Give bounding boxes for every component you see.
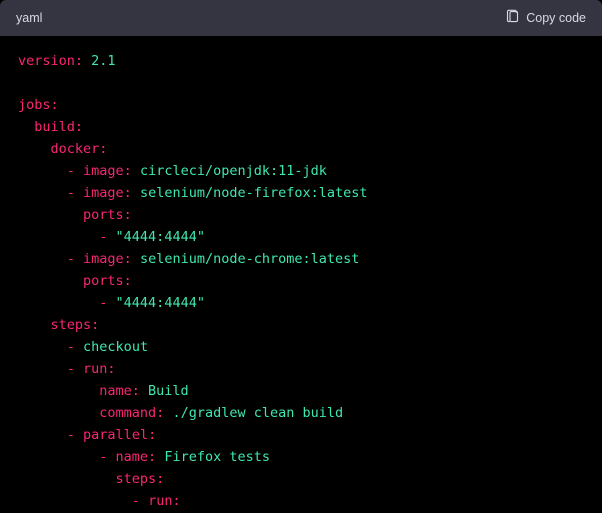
key-image-3: image: — [83, 251, 132, 267]
key-version: version: — [18, 53, 83, 69]
key-build: build: — [34, 119, 83, 135]
dash: - — [67, 339, 83, 355]
val-name-firefox: Firefox tests — [156, 449, 270, 465]
key-name-build: name: — [99, 383, 140, 399]
copy-code-button[interactable]: Copy code — [505, 9, 586, 27]
val-port-2: "4444:4444" — [116, 295, 205, 311]
key-docker: docker: — [51, 141, 108, 157]
key-name-firefox: name: — [116, 449, 157, 465]
dash: - — [67, 427, 83, 443]
key-run: run: — [83, 361, 116, 377]
dash: - — [67, 185, 83, 201]
clipboard-icon — [505, 9, 520, 27]
val-image-2: selenium/node-firefox:latest — [132, 185, 368, 201]
val-checkout: checkout — [83, 339, 148, 355]
code-header: yaml Copy code — [0, 0, 602, 36]
val-version: 2.1 — [83, 53, 116, 69]
dash: - — [67, 361, 83, 377]
val-command: ./gradlew clean build — [164, 405, 343, 421]
dash: - — [132, 493, 148, 509]
dash: - — [67, 251, 83, 267]
val-image-3: selenium/node-chrome:latest — [132, 251, 360, 267]
dash: - — [99, 229, 115, 245]
dash: - — [99, 295, 115, 311]
code-content: version: 2.1 jobs: build: docker: - imag… — [0, 36, 602, 513]
key-ports-1: ports: — [83, 207, 132, 223]
key-parallel: parallel: — [83, 427, 156, 443]
key-ports-2: ports: — [83, 273, 132, 289]
key-jobs: jobs: — [18, 97, 59, 113]
dash: - — [67, 163, 83, 179]
dash: - — [99, 449, 115, 465]
copy-code-label: Copy code — [526, 11, 586, 25]
key-image-2: image: — [83, 185, 132, 201]
val-image-1: circleci/openjdk:11-jdk — [132, 163, 327, 179]
key-run-inner: run: — [148, 493, 181, 509]
key-steps-inner: steps: — [116, 471, 165, 487]
key-command: command: — [99, 405, 164, 421]
key-steps: steps: — [51, 317, 100, 333]
code-block: yaml Copy code version: 2.1 jobs: build:… — [0, 0, 602, 513]
key-image-1: image: — [83, 163, 132, 179]
language-label: yaml — [16, 11, 42, 25]
val-name-build: Build — [140, 383, 189, 399]
val-port-1: "4444:4444" — [116, 229, 205, 245]
